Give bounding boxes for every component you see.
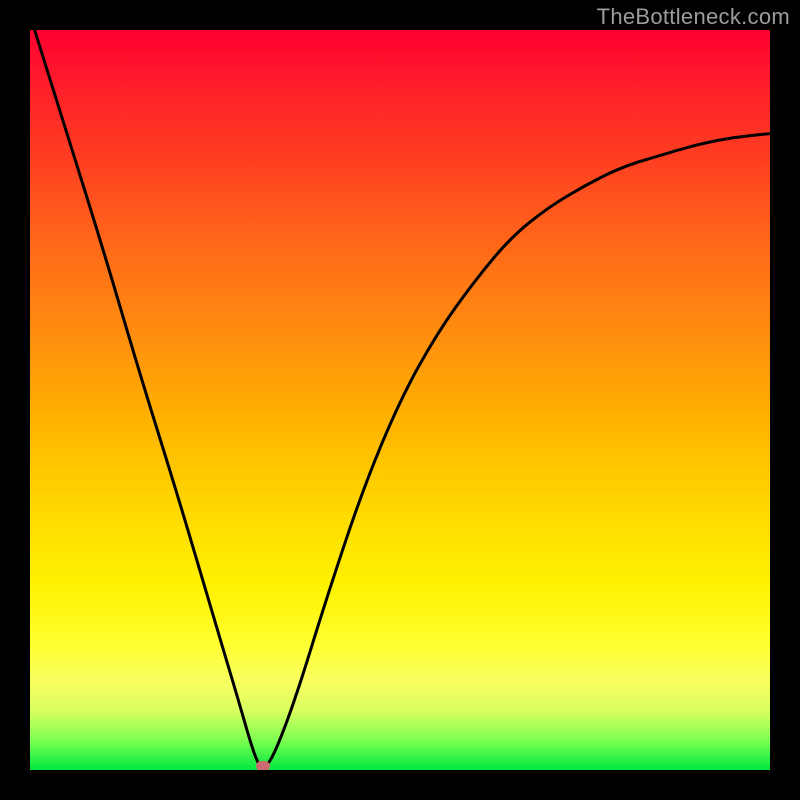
chart-frame: TheBottleneck.com: [0, 0, 800, 800]
notch-marker: [256, 761, 270, 770]
plot-area: [30, 30, 770, 770]
watermark-text: TheBottleneck.com: [597, 4, 790, 30]
bottleneck-curve: [30, 30, 770, 770]
